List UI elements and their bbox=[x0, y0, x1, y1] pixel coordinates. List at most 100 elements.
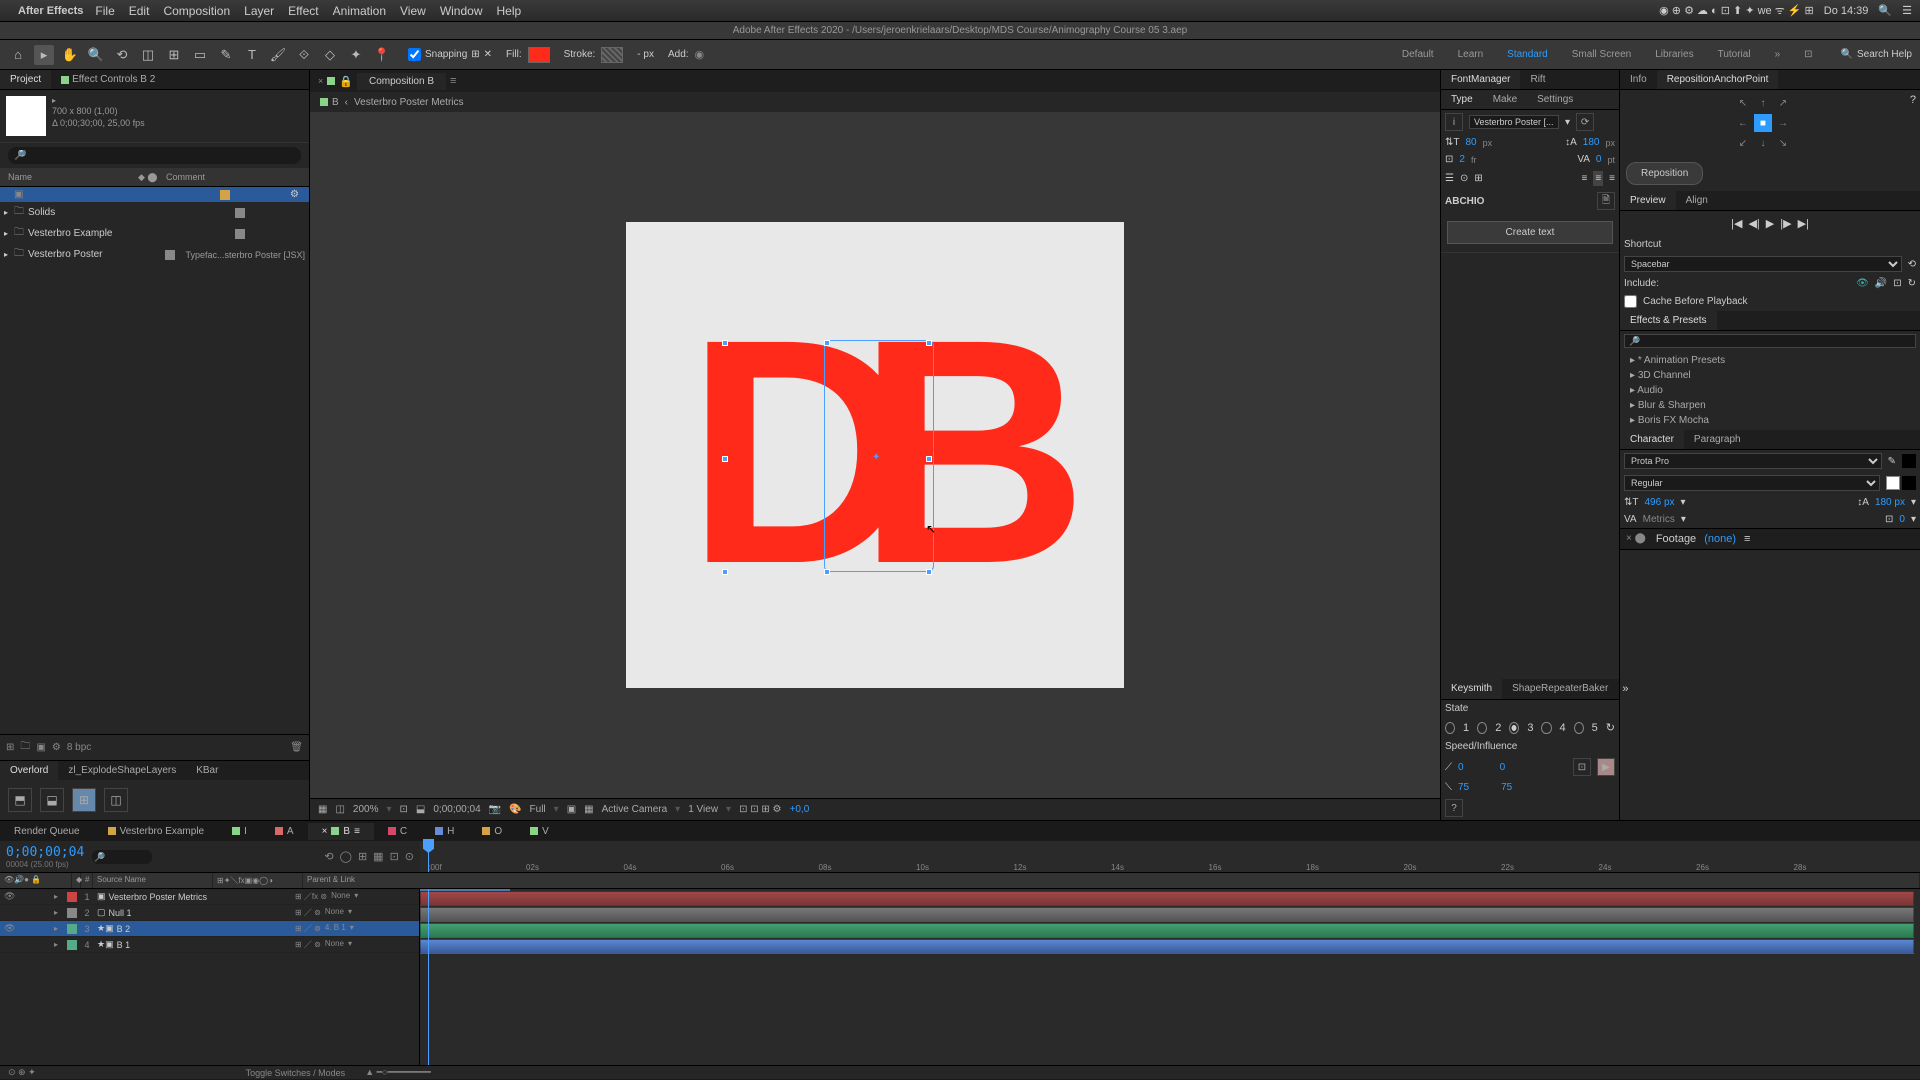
col-name[interactable]: Name bbox=[8, 172, 138, 183]
footage-none[interactable]: (none) bbox=[1700, 529, 1740, 549]
lh-value[interactable]: 180 bbox=[1583, 137, 1600, 148]
snapping-toggle[interactable]: Snapping ⊞ ✕ bbox=[408, 48, 492, 61]
tab-project[interactable]: Project bbox=[0, 70, 51, 89]
time-value[interactable]: 0;00;00;04 bbox=[433, 804, 480, 815]
eraser-tool[interactable]: ◇ bbox=[320, 45, 340, 65]
char-font-select[interactable]: Prota Pro bbox=[1624, 453, 1882, 469]
tab-reposanchor[interactable]: RepositionAnchorPoint bbox=[1657, 70, 1779, 89]
shortcut-select[interactable]: Spacebar bbox=[1624, 256, 1902, 272]
timeline-tab[interactable]: V bbox=[516, 823, 563, 840]
search-icon[interactable]: 🔍 bbox=[1878, 4, 1892, 17]
tab-make[interactable]: Make bbox=[1483, 90, 1527, 109]
fx-item[interactable]: ▸ Boris FX Mocha bbox=[1626, 413, 1914, 428]
comp-icon[interactable]: ▣ bbox=[36, 742, 45, 753]
viewer[interactable]: DB ✦ ↖ bbox=[310, 112, 1440, 798]
menu-file[interactable]: File bbox=[95, 4, 114, 18]
play-icon[interactable]: ▶ bbox=[1597, 758, 1615, 776]
timeline-tab[interactable]: Vesterbro Example bbox=[94, 823, 219, 840]
goto-end-icon[interactable]: ▶| bbox=[1798, 217, 1809, 230]
footage-menu-icon[interactable]: ≡ bbox=[1740, 529, 1754, 549]
layer-row[interactable]: 👁▸ 1 ▣ Vesterbro Poster Metrics ⊞ ／fx ⊚ … bbox=[0, 889, 419, 905]
settings-icon[interactable]: ⚙ bbox=[52, 742, 61, 753]
add-label[interactable]: Add: bbox=[668, 49, 689, 60]
selection-handle[interactable] bbox=[926, 569, 932, 575]
anchor-tr[interactable]: ↗ bbox=[1774, 94, 1792, 112]
overlord-ref-icon[interactable]: ◫ bbox=[104, 788, 128, 812]
timeline-tab[interactable]: O bbox=[468, 823, 516, 840]
search-help[interactable]: 🔍 Search Help bbox=[1841, 49, 1912, 60]
camera-value[interactable]: Active Camera bbox=[602, 804, 668, 815]
menu-view[interactable]: View bbox=[400, 4, 426, 18]
tab-info[interactable]: Info bbox=[1620, 70, 1657, 89]
col-label[interactable]: ◆ bbox=[72, 873, 81, 888]
selection-handle[interactable] bbox=[722, 340, 728, 346]
fx-item[interactable]: ▸ * Animation Presets bbox=[1626, 353, 1914, 368]
layer-bar[interactable] bbox=[420, 923, 1914, 938]
char-fill-swatch[interactable] bbox=[1902, 454, 1916, 468]
info-icon[interactable]: i bbox=[1445, 113, 1463, 131]
refresh-icon[interactable]: ⟳ bbox=[1576, 113, 1594, 131]
stroke-label[interactable]: Stroke: bbox=[564, 49, 596, 60]
brush-tool[interactable]: 🖌 bbox=[268, 45, 288, 65]
snap-opt-icon[interactable]: ⊞ bbox=[471, 49, 479, 60]
more-icon[interactable]: ⊞ bbox=[1474, 173, 1482, 184]
tab-preview[interactable]: Preview bbox=[1620, 191, 1676, 210]
goto-start-icon[interactable]: |◀ bbox=[1731, 217, 1742, 230]
selection-handle[interactable] bbox=[824, 569, 830, 575]
tl-icon[interactable]: ⊙ bbox=[405, 850, 414, 863]
fill-label[interactable]: Fill: bbox=[506, 49, 522, 60]
track-area[interactable] bbox=[420, 889, 1920, 1065]
selection-tool[interactable]: ▸ bbox=[34, 45, 54, 65]
layer-search-input[interactable] bbox=[92, 850, 152, 864]
snapping-checkbox[interactable] bbox=[408, 48, 421, 61]
rotate-tool[interactable]: ⟲ bbox=[112, 45, 132, 65]
project-search-input[interactable] bbox=[8, 147, 301, 164]
menu-help[interactable]: Help bbox=[497, 4, 522, 18]
folder-icon[interactable]: 🗀 bbox=[20, 739, 30, 756]
flowchart-icon[interactable]: ▸ bbox=[52, 96, 145, 106]
tab-settings[interactable]: Settings bbox=[1527, 90, 1583, 109]
project-row[interactable]: ▸🗀 Vesterbro Poster Typefac...sterbro Po… bbox=[0, 244, 309, 265]
tab-shaperepeater[interactable]: ShapeRepeaterBaker bbox=[1502, 679, 1618, 699]
align-c-icon[interactable]: ≡ bbox=[1593, 171, 1603, 186]
vf-icons[interactable]: ⊡ ⊡ ⊞ ⚙ bbox=[739, 804, 781, 815]
rect-tool[interactable]: ▭ bbox=[190, 45, 210, 65]
fx-item[interactable]: ▸ Audio bbox=[1626, 383, 1914, 398]
state-1[interactable] bbox=[1445, 722, 1455, 734]
puppet-tool[interactable]: 📍 bbox=[372, 45, 392, 65]
fx-item[interactable]: ▸ Blur & Sharpen bbox=[1626, 398, 1914, 413]
res-value[interactable]: Full bbox=[530, 804, 546, 815]
layer-row[interactable]: ▸ 2 ▢ Null 1 ⊞ ／ ⊚ None ▾ bbox=[0, 905, 419, 921]
tl-icon[interactable]: ◯ bbox=[340, 850, 352, 863]
footer-icons[interactable]: ⊙ ⊕ ✦ bbox=[8, 1067, 36, 1078]
project-thumb[interactable] bbox=[6, 96, 46, 136]
project-row[interactable]: ▸🗀 Vesterbro Example bbox=[0, 223, 309, 244]
tab-overlord[interactable]: Overlord bbox=[0, 761, 58, 780]
transp-icon[interactable]: ▦ bbox=[584, 804, 593, 815]
tab-menu-icon[interactable]: ≡ bbox=[450, 75, 456, 87]
char-stroke-swatch[interactable] bbox=[1886, 476, 1916, 490]
panbehind-tool[interactable]: ⊞ bbox=[164, 45, 184, 65]
tab-rift[interactable]: Rift bbox=[1520, 70, 1555, 89]
cache-checkbox[interactable] bbox=[1624, 295, 1637, 308]
tab-kbar[interactable]: KBar bbox=[186, 761, 228, 780]
toggle-switches-modes[interactable]: Toggle Switches / Modes bbox=[246, 1068, 346, 1078]
flowchart-icon[interactable]: ⚙ bbox=[290, 189, 299, 200]
tab-render-queue[interactable]: Render Queue bbox=[0, 823, 94, 840]
state-4[interactable] bbox=[1541, 722, 1551, 734]
align-r-icon[interactable]: ≡ bbox=[1609, 173, 1615, 184]
hand-tool[interactable]: ✋ bbox=[60, 45, 80, 65]
tab-type[interactable]: Type bbox=[1441, 90, 1483, 109]
crumb-b[interactable]: B bbox=[320, 97, 339, 108]
state-2[interactable] bbox=[1477, 722, 1487, 734]
canvas[interactable]: DB ✦ ↖ bbox=[626, 222, 1124, 688]
tab-character[interactable]: Character bbox=[1620, 430, 1684, 449]
selection-handle[interactable] bbox=[926, 340, 932, 346]
tl-icon[interactable]: ⟲ bbox=[324, 850, 333, 863]
ws-standard[interactable]: Standard bbox=[1495, 45, 1560, 64]
snap-opt2-icon[interactable]: ✕ bbox=[484, 49, 492, 60]
ws-settings-icon[interactable]: ⊡ bbox=[1792, 45, 1824, 64]
col-av[interactable]: 👁🔊● 🔒 bbox=[0, 873, 72, 888]
col-switches[interactable]: ⊞✦＼fx▣◉◯◑ bbox=[213, 873, 303, 888]
tl-icon[interactable]: ▦ bbox=[373, 850, 383, 863]
